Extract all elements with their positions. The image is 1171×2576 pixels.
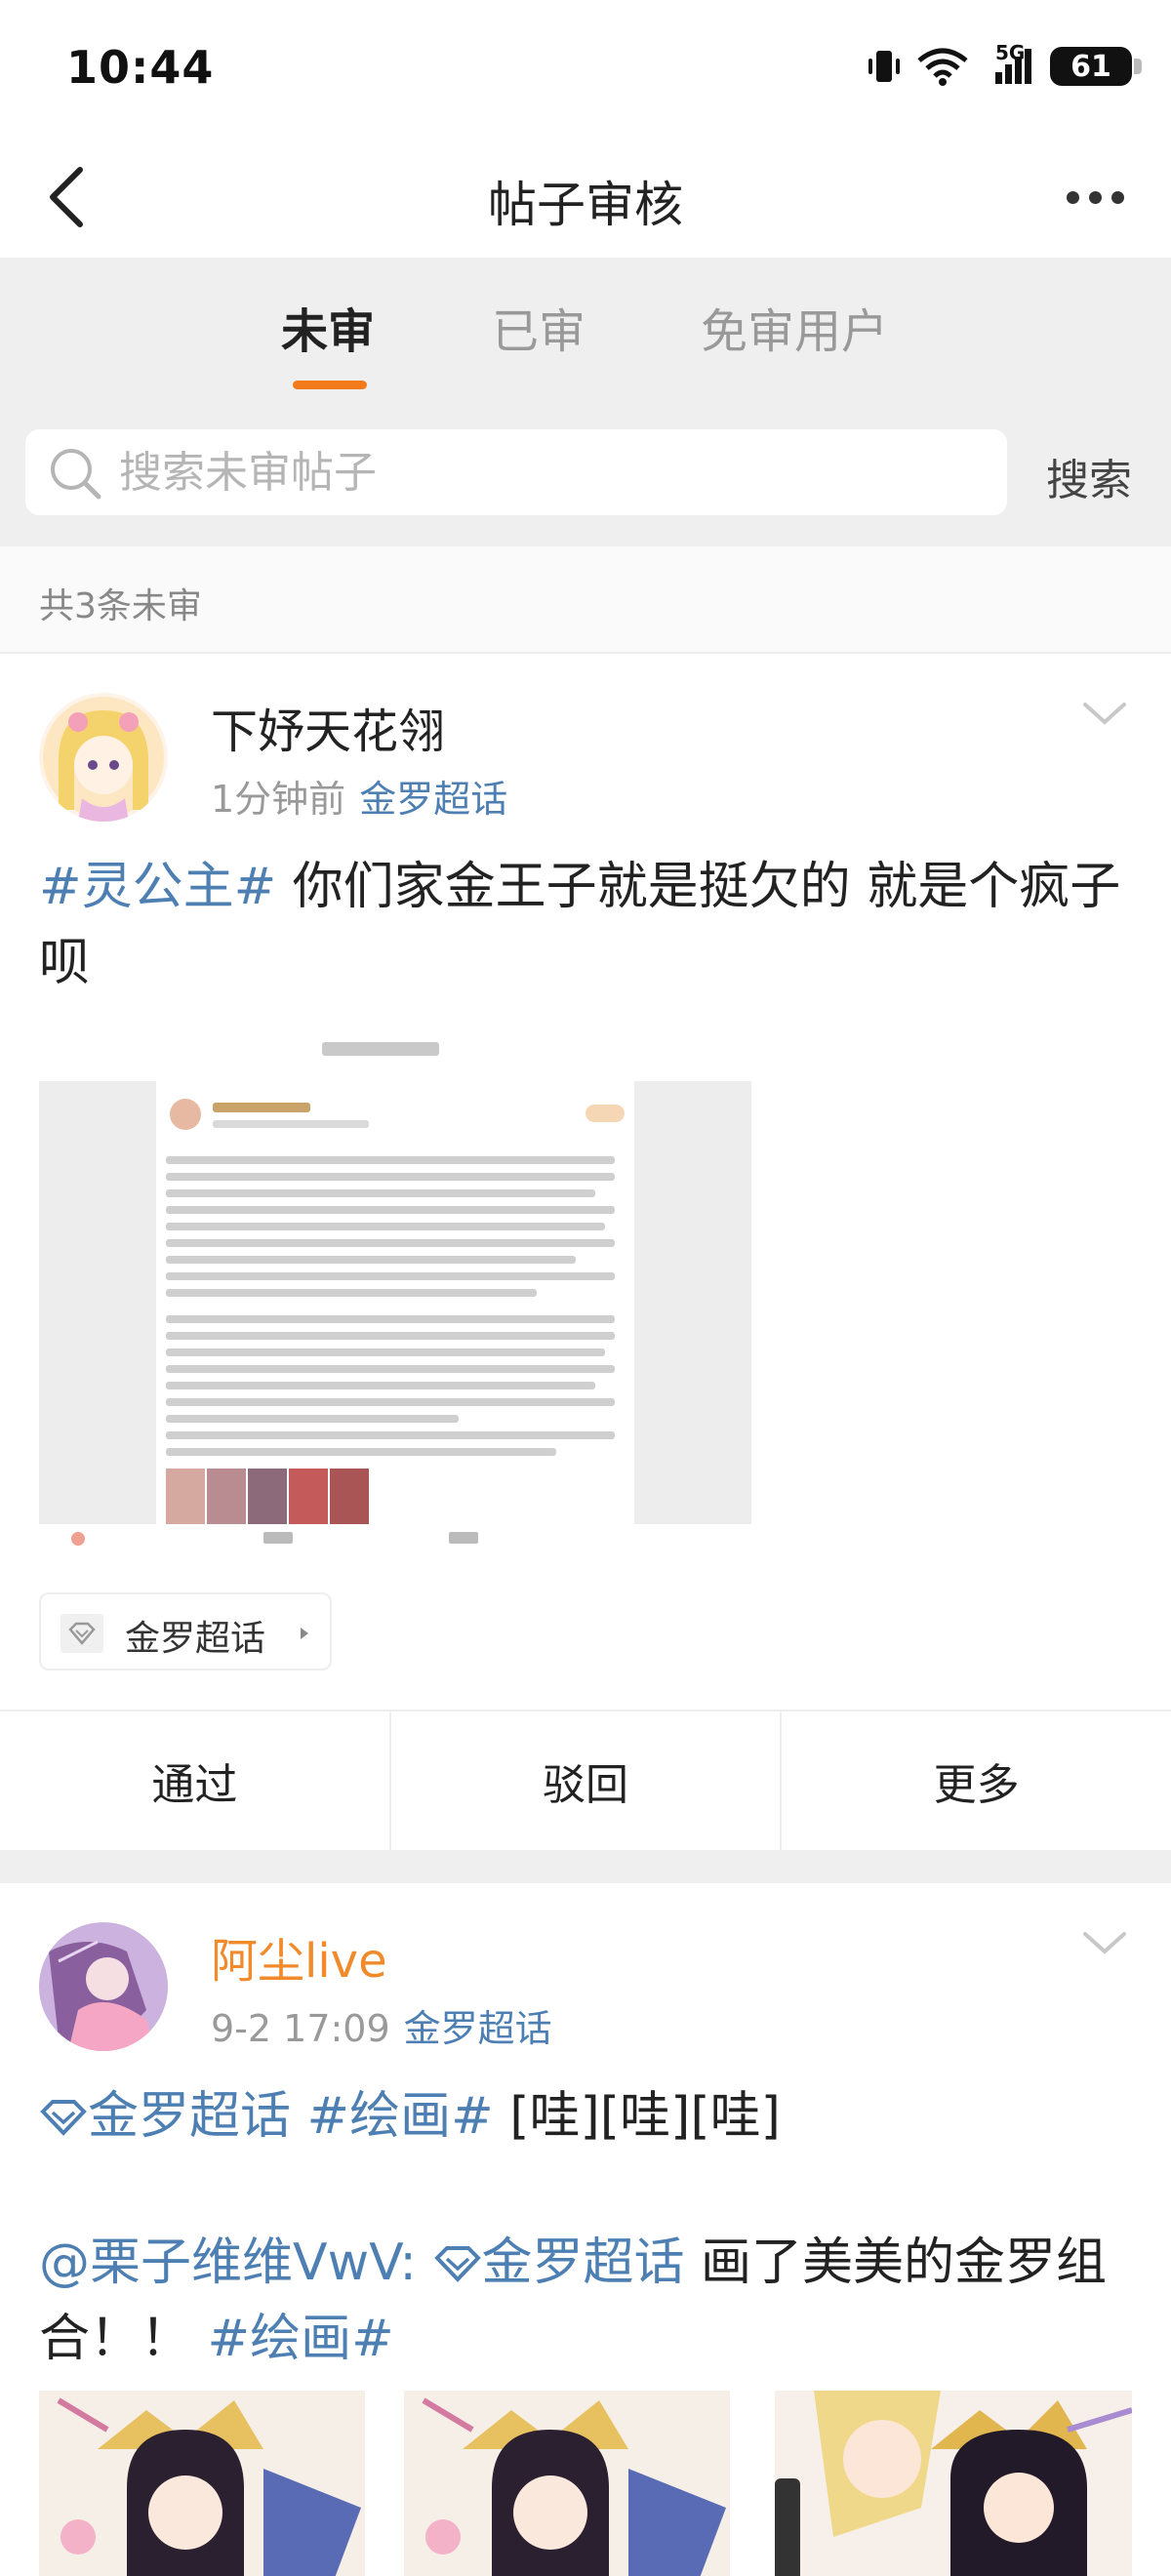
post-text: #灵公主# 你们家金王子就是挺欠的 就是个疯子呗 (39, 849, 1132, 1001)
supertopic-link[interactable]: 金罗超话 (39, 2087, 291, 2146)
count-bar: 共3条未审 (0, 546, 1171, 654)
username[interactable]: 下妤天花翎 (211, 693, 445, 761)
supertopic-label: 金罗超话 (88, 2087, 292, 2146)
battery-indicator: 61 (1050, 47, 1142, 86)
wifi-icon (917, 48, 968, 86)
post-text-line: 金罗超话 #绘画# [哇][哇][哇] (39, 2078, 1132, 2154)
reject-button[interactable]: 驳回 (391, 1711, 783, 1850)
supertopic-link[interactable]: 金罗超话 (433, 2234, 685, 2292)
tab-unreviewed[interactable]: 未审 (281, 293, 375, 361)
avatar[interactable] (39, 693, 168, 822)
chevron-right-icon (301, 1628, 308, 1639)
hashtag-link[interactable]: #绘画# (208, 2310, 394, 2368)
supertopic-icon (433, 2246, 481, 2282)
chevron-down-icon[interactable] (1081, 1930, 1128, 1957)
post-image[interactable] (39, 1025, 751, 1553)
tab-reviewed[interactable]: 已审 (492, 293, 586, 361)
post-image-thumbnail[interactable] (39, 2391, 365, 2576)
status-icons: 5G 61 (865, 41, 1142, 88)
post-time: 9-2 17:09 (211, 2007, 390, 2050)
search-button[interactable]: 搜索 (1046, 445, 1132, 507)
chevron-down-icon[interactable] (1081, 701, 1128, 728)
active-tab-indicator (293, 381, 367, 389)
hashtag-link[interactable]: #绘画# (307, 2087, 494, 2146)
post-image-thumbnail[interactable] (404, 2391, 730, 2576)
post-meta: 9-2 17:09 金罗超话 (211, 1998, 552, 2052)
battery-tip (1134, 59, 1142, 74)
more-dot (1110, 190, 1124, 204)
search-icon (51, 449, 101, 500)
topic-link[interactable]: 金罗超话 (359, 778, 507, 821)
topic-chip[interactable]: 金罗超话 (39, 1592, 332, 1670)
topic-link[interactable]: 金罗超话 (404, 2007, 552, 2050)
page-title: 帖子审核 (488, 177, 683, 233)
unreviewed-count: 共3条未审 (39, 586, 202, 626)
header-area: 未审 已审 免审用户 搜索 (0, 258, 1171, 546)
search-box[interactable] (25, 429, 1007, 515)
avatar[interactable] (39, 1922, 168, 2051)
signal-icon: 5G (982, 41, 1036, 86)
username[interactable]: 阿尘live (211, 1922, 387, 1991)
search-input[interactable] (119, 439, 978, 505)
hashtag-link[interactable]: #灵公主# (39, 858, 276, 916)
post-image-thumbnail[interactable] (775, 2391, 1132, 2576)
nav-bar: 帖子审核 (0, 137, 1171, 258)
emoji-text: [哇][哇][哇] (509, 2087, 781, 2146)
more-dot (1088, 190, 1102, 204)
approve-button[interactable]: 通过 (0, 1711, 391, 1850)
post-divider (0, 1850, 1171, 1883)
more-actions-button[interactable]: 更多 (782, 1711, 1171, 1850)
topic-chip-label: 金罗超话 (125, 1619, 266, 1659)
status-bar: 10:44 5G 61 (0, 0, 1171, 137)
post-text-quote: @栗子维维VwV: 金罗超话 画了美美的金罗组合！！ #绘画# (39, 2225, 1132, 2377)
supertopic-icon (61, 1614, 103, 1653)
moderation-actions: 通过 驳回 更多 (0, 1710, 1171, 1850)
status-time: 10:44 (66, 41, 215, 94)
post-meta: 1分钟前 金罗超话 (211, 769, 507, 823)
post-time: 1分钟前 (211, 778, 346, 821)
supertopic-icon (40, 2100, 87, 2136)
more-dots-icon (1066, 190, 1079, 204)
vibrate-icon (868, 51, 900, 82)
mention-link[interactable]: @栗子维维VwV: (39, 2234, 417, 2292)
tab-bar: 未审 已审 免审用户 (0, 258, 1171, 404)
more-button[interactable] (1048, 166, 1142, 228)
tab-exempt-users[interactable]: 免审用户 (701, 293, 888, 361)
battery-level: 61 (1070, 49, 1111, 84)
supertopic-label: 金罗超话 (481, 2234, 685, 2292)
